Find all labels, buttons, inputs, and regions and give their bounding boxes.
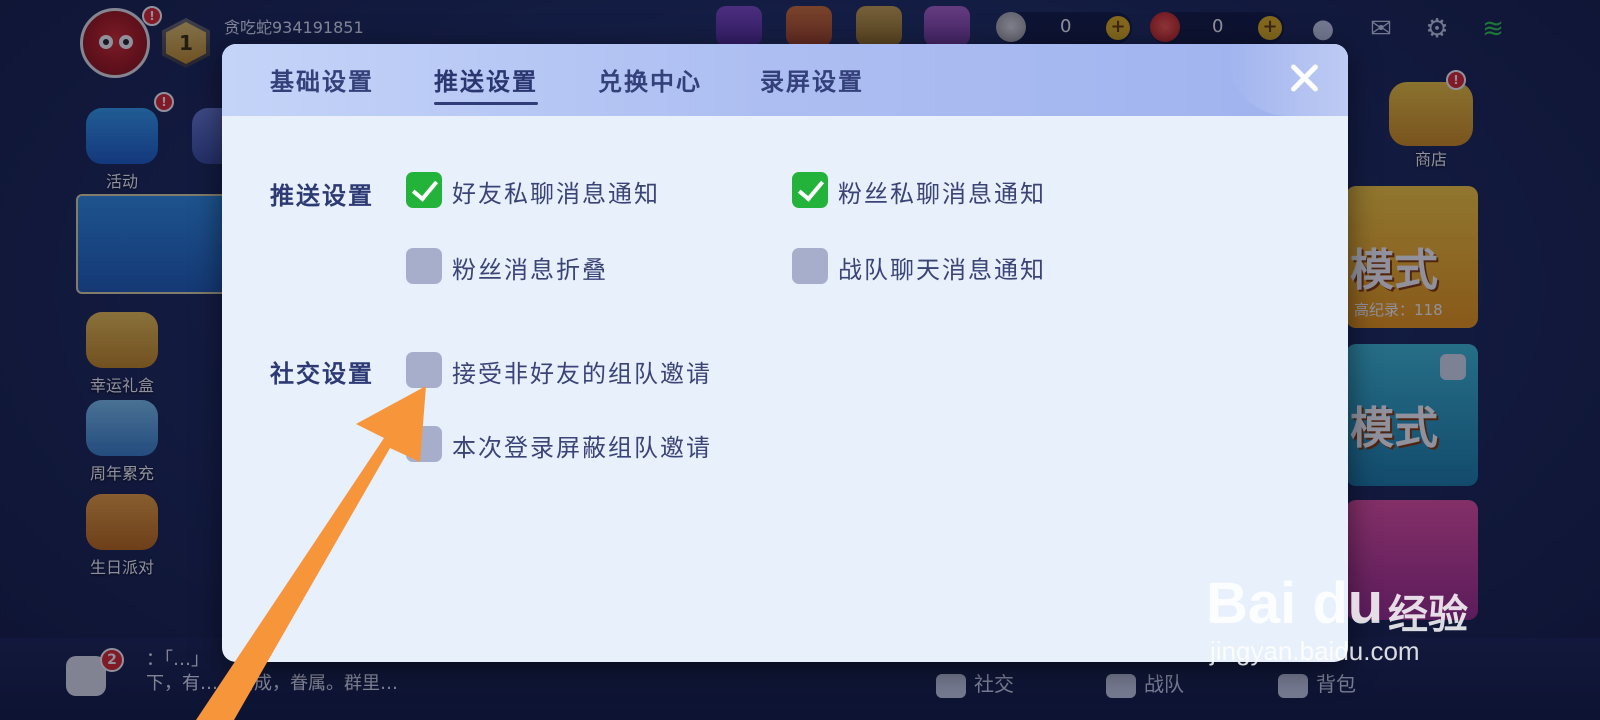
- mode-card-classic[interactable]: 模式 高纪录：118: [1346, 186, 1478, 328]
- silver-coin-icon: [996, 12, 1026, 42]
- chat-badge: 2: [100, 648, 124, 672]
- backpack-icon: [1278, 673, 1308, 698]
- side-item-birthday-party[interactable]: 生日派对: [82, 494, 162, 578]
- watermark-brand: Bai du: [1206, 571, 1384, 636]
- checkbox[interactable]: [406, 426, 442, 462]
- character-icon: [86, 400, 158, 456]
- shopping-cart-icon: [1389, 82, 1473, 146]
- avatar-eye-icon: [99, 35, 113, 49]
- close-icon[interactable]: [1282, 56, 1326, 100]
- checkbox[interactable]: [792, 172, 828, 208]
- side-item-activity[interactable]: 活动: [82, 108, 162, 192]
- checkbox[interactable]: [792, 248, 828, 284]
- social-section-label: 社交设置: [270, 360, 374, 388]
- option-label: 接受非好友的组队邀请: [452, 360, 712, 388]
- add-currency-2-button[interactable]: +: [1258, 16, 1282, 40]
- avatar-eye-icon: [119, 35, 133, 49]
- lottery-icon[interactable]: [716, 6, 762, 46]
- wifi-icon: ≋: [1482, 14, 1504, 44]
- username: 贪吃蛇934191851: [224, 18, 364, 37]
- friends-icon[interactable]: ●: [1306, 12, 1340, 46]
- watermark-url: jingyan.baidu.com: [1210, 636, 1420, 666]
- add-currency-1-button[interactable]: +: [1106, 16, 1130, 40]
- social-icon: [936, 673, 966, 698]
- option-label: 好友私聊消息通知: [452, 180, 660, 208]
- shop-badge: !: [1446, 70, 1466, 90]
- player-avatar[interactable]: [80, 8, 150, 78]
- currency-2-value: 0: [1212, 16, 1224, 37]
- push-section-label: 推送设置: [270, 182, 374, 210]
- treasure-icon[interactable]: [856, 6, 902, 46]
- mode-card-locked[interactable]: 模式: [1346, 344, 1478, 486]
- gift-box-icon: [86, 312, 158, 368]
- option-label: 本次登录屏蔽组队邀请: [452, 434, 712, 462]
- nav-label: 战队: [1144, 672, 1184, 696]
- mode-card-record: 高纪录：118: [1354, 301, 1443, 319]
- nav-label: 社交: [974, 672, 1014, 696]
- shop-label: 商店: [1414, 150, 1447, 169]
- side-item-label: 活动: [105, 172, 138, 191]
- star-icon: [86, 108, 158, 164]
- option-label: 战队聊天消息通知: [838, 256, 1046, 284]
- option-label: 粉丝私聊消息通知: [838, 180, 1046, 208]
- nav-team[interactable]: 战队: [1106, 668, 1184, 698]
- activity-badge: !: [154, 92, 174, 112]
- side-item-label: 周年累充: [89, 464, 154, 483]
- side-item-label: 生日派对: [89, 558, 154, 577]
- settings-dialog: 基础设置 推送设置 兑换中心 录屏设置 推送设置 社交设置 好友私聊消息通知 粉…: [222, 44, 1348, 662]
- side-item-anniversary-recharge[interactable]: 周年累充: [82, 400, 162, 484]
- level-number: 1: [166, 22, 206, 64]
- anniversary-banner[interactable]: [76, 194, 236, 294]
- tab-push-settings[interactable]: 推送设置: [434, 62, 538, 105]
- apple-icon: [1150, 12, 1180, 42]
- team-icon: [1106, 673, 1136, 698]
- currency-1-value: 0: [1060, 16, 1072, 37]
- lock-icon: [1440, 354, 1466, 380]
- ticker-line-2: 下，有…，终成，眷属。群里…: [146, 673, 398, 694]
- watermark-cn: 经验: [1388, 592, 1468, 638]
- level-badge: 1: [162, 18, 210, 68]
- side-item-lucky-box[interactable]: 幸运礼盒: [82, 312, 162, 396]
- settings-gear-icon[interactable]: ⚙: [1420, 12, 1454, 46]
- checkbox[interactable]: [406, 172, 442, 208]
- nav-label: 背包: [1316, 672, 1356, 696]
- mail-icon[interactable]: ✉: [1364, 12, 1398, 46]
- dialog-header: 基础设置 推送设置 兑换中心 录屏设置: [222, 44, 1348, 116]
- gift-icon[interactable]: [786, 6, 832, 46]
- nav-social[interactable]: 社交: [936, 668, 1014, 698]
- option-label: 粉丝消息折叠: [452, 256, 608, 284]
- checkbox[interactable]: [406, 248, 442, 284]
- mode-card-title: 模式: [1350, 245, 1438, 296]
- nav-backpack[interactable]: 背包: [1278, 668, 1356, 698]
- cat-icon: [86, 494, 158, 550]
- side-item-label: 幸运礼盒: [89, 376, 154, 395]
- avatar-notification-badge: !: [142, 6, 162, 26]
- tab-basic-settings[interactable]: 基础设置: [270, 62, 374, 97]
- shop-button[interactable]: 商店: [1376, 82, 1486, 174]
- community-icon[interactable]: [924, 6, 970, 46]
- tab-recording-settings[interactable]: 录屏设置: [760, 62, 864, 97]
- mode-card-title: 模式: [1350, 403, 1438, 454]
- checkbox[interactable]: [406, 352, 442, 388]
- tab-exchange-center[interactable]: 兑换中心: [598, 62, 702, 97]
